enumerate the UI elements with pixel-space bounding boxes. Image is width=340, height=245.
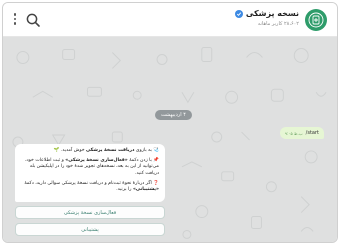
text-span: به بازوی xyxy=(134,148,152,153)
bold-span: دریافت نسخهٔ پزشکی xyxy=(86,148,135,153)
prescription-logo-icon[interactable] xyxy=(305,9,327,31)
text-span: اگر دربارهٔ نحوهٔ ثبت‌نام و دریافت نسخهٔ… xyxy=(24,180,152,186)
support-line: ❓ اگر دربارهٔ نحوهٔ ثبت‌نام و دریافت نسخ… xyxy=(24,180,159,193)
verified-badge-icon xyxy=(234,9,243,18)
bold-span: «پشتیبانی» xyxy=(132,187,159,193)
message-time: ۹:۰۵ ب.ظ xyxy=(284,130,303,136)
message-text: /start xyxy=(305,130,319,136)
chat-subtitle: ۲۸،۶۰۲ کاربر ماهانه xyxy=(257,21,299,27)
activate-prescription-button[interactable]: فعال‌سازی نسخهٔ پزشکی xyxy=(15,206,165,219)
search-icon[interactable] xyxy=(25,12,41,28)
text-span: خوش آمدید. xyxy=(60,148,86,153)
incoming-message[interactable]: 🩺 به بازوی دریافت نسخهٔ پزشکی خوش آمدید.… xyxy=(15,144,165,202)
text-span: با زدن دکمهٔ xyxy=(127,157,152,163)
text-span: را بزنید. xyxy=(116,187,133,193)
welcome-line: 🩺 به بازوی دریافت نسخهٔ پزشکی خوش آمدید.… xyxy=(53,148,159,153)
bold-span: «فعال‌سازی نسخهٔ پزشکی» xyxy=(65,157,128,163)
more-vertical-icon[interactable] xyxy=(12,13,18,27)
chat-header: نسخه پزشکی ۲۸،۶۰۲ کاربر ماهانه xyxy=(3,3,337,37)
chat-area[interactable]: ۴ اردیبهشت ۹:۰۵ ب.ظ /start 🩺 به بازوی در… xyxy=(3,37,337,242)
app-window: نسخه پزشکی ۲۸،۶۰۲ کاربر ماهانه ۴ اردیبهش… xyxy=(2,2,338,243)
chat-title: نسخه پزشکی xyxy=(245,9,299,18)
chat-title-block[interactable]: نسخه پزشکی ۲۸،۶۰۲ کاربر ماهانه xyxy=(234,9,299,27)
outgoing-message[interactable]: ۹:۰۵ ب.ظ /start xyxy=(279,127,324,139)
instruction-line: 📌 با زدن دکمهٔ «فعال‌سازی نسخهٔ پزشکی» و… xyxy=(25,157,159,176)
date-separator: ۴ اردیبهشت xyxy=(155,110,192,120)
support-button[interactable]: پشتیبانی xyxy=(15,223,165,236)
